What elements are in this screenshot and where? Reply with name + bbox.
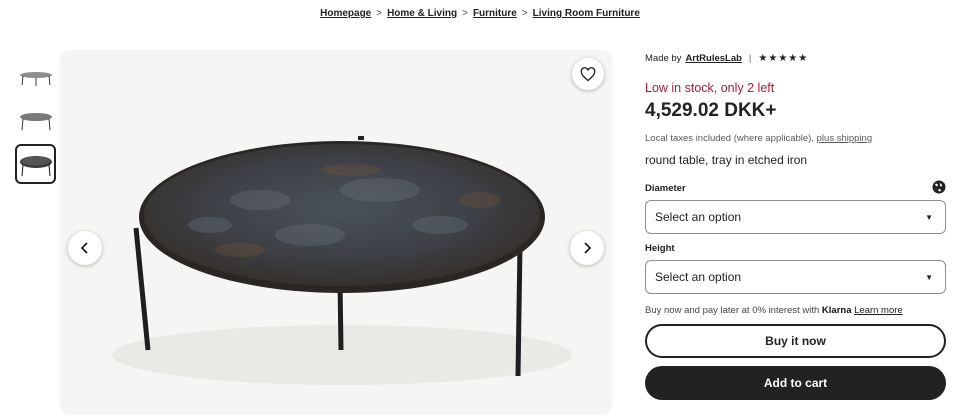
product-image bbox=[60, 50, 612, 415]
chevron-right-icon bbox=[584, 242, 592, 254]
rating-stars[interactable]: ★★★★★ bbox=[758, 53, 808, 64]
thumbnail-1[interactable] bbox=[15, 58, 56, 98]
breadcrumb-separator: > bbox=[376, 8, 383, 19]
breadcrumb-separator: > bbox=[521, 8, 528, 19]
height-select-value: Select an option bbox=[655, 270, 742, 284]
caret-down-icon: ▼ bbox=[925, 212, 933, 222]
tax-text: Local taxes included (where applicable), bbox=[645, 133, 814, 144]
stock-notice: Low in stock, only 2 left bbox=[645, 81, 775, 95]
tax-note: Local taxes included (where applicable),… bbox=[645, 133, 946, 144]
breadcrumb-furniture[interactable]: Furniture bbox=[473, 8, 517, 19]
shipping-link[interactable]: plus shipping bbox=[817, 133, 872, 144]
seller-separator: | bbox=[748, 52, 752, 64]
height-label: Height bbox=[645, 243, 946, 255]
round-table-image bbox=[112, 136, 572, 385]
breadcrumb-living-room-furniture[interactable]: Living Room Furniture bbox=[533, 8, 640, 19]
favorite-button[interactable] bbox=[572, 58, 604, 90]
thumbnail-3[interactable] bbox=[15, 144, 56, 184]
breadcrumb-homepage[interactable]: Homepage bbox=[320, 8, 371, 19]
height-select[interactable]: Select an option ▼ bbox=[645, 260, 946, 294]
diameter-label: Diameter bbox=[645, 180, 946, 197]
klarna-text: Buy now and pay later at 0% interest wit… bbox=[645, 305, 820, 316]
thumbnail-2[interactable] bbox=[15, 101, 56, 141]
chevron-left-icon bbox=[80, 242, 88, 254]
heart-icon bbox=[580, 66, 596, 81]
learn-more-link[interactable]: Learn more bbox=[854, 305, 903, 316]
diameter-select[interactable]: Select an option ▼ bbox=[645, 200, 946, 234]
made-by-label: Made by bbox=[645, 52, 682, 64]
klarna-logo: Klarna bbox=[821, 305, 852, 316]
klarna-notice: Buy now and pay later at 0% interest wit… bbox=[645, 305, 946, 316]
breadcrumb-home-living[interactable]: Home & Living bbox=[387, 8, 457, 19]
buy-it-now-button[interactable]: Buy it now bbox=[645, 324, 946, 358]
diameter-select-value: Select an option bbox=[655, 210, 742, 224]
globe-icon[interactable] bbox=[932, 180, 946, 197]
seller-link[interactable]: ArtRulesLab bbox=[685, 53, 741, 64]
diameter-label-text: Diameter bbox=[645, 183, 686, 194]
add-to-cart-button[interactable]: Add to cart bbox=[645, 366, 946, 400]
product-info: Made by ArtRulesLab | ★★★★★ Low in stock… bbox=[645, 50, 946, 400]
previous-image-button[interactable] bbox=[68, 231, 102, 265]
breadcrumb-separator: > bbox=[462, 8, 468, 19]
breadcrumb: Homepage > Home & Living > Furniture > Living … bbox=[0, 8, 960, 19]
height-label-text: Height bbox=[645, 243, 675, 254]
seller-line: Made by ArtRulesLab | ★★★★★ bbox=[645, 50, 946, 66]
price: 4,529.02 DKK+ bbox=[645, 100, 777, 121]
caret-down-icon: ▼ bbox=[925, 272, 933, 282]
product-title: round table, tray in etched iron bbox=[645, 153, 808, 167]
thumbnail-strip bbox=[15, 58, 57, 187]
next-image-button[interactable] bbox=[570, 231, 604, 265]
